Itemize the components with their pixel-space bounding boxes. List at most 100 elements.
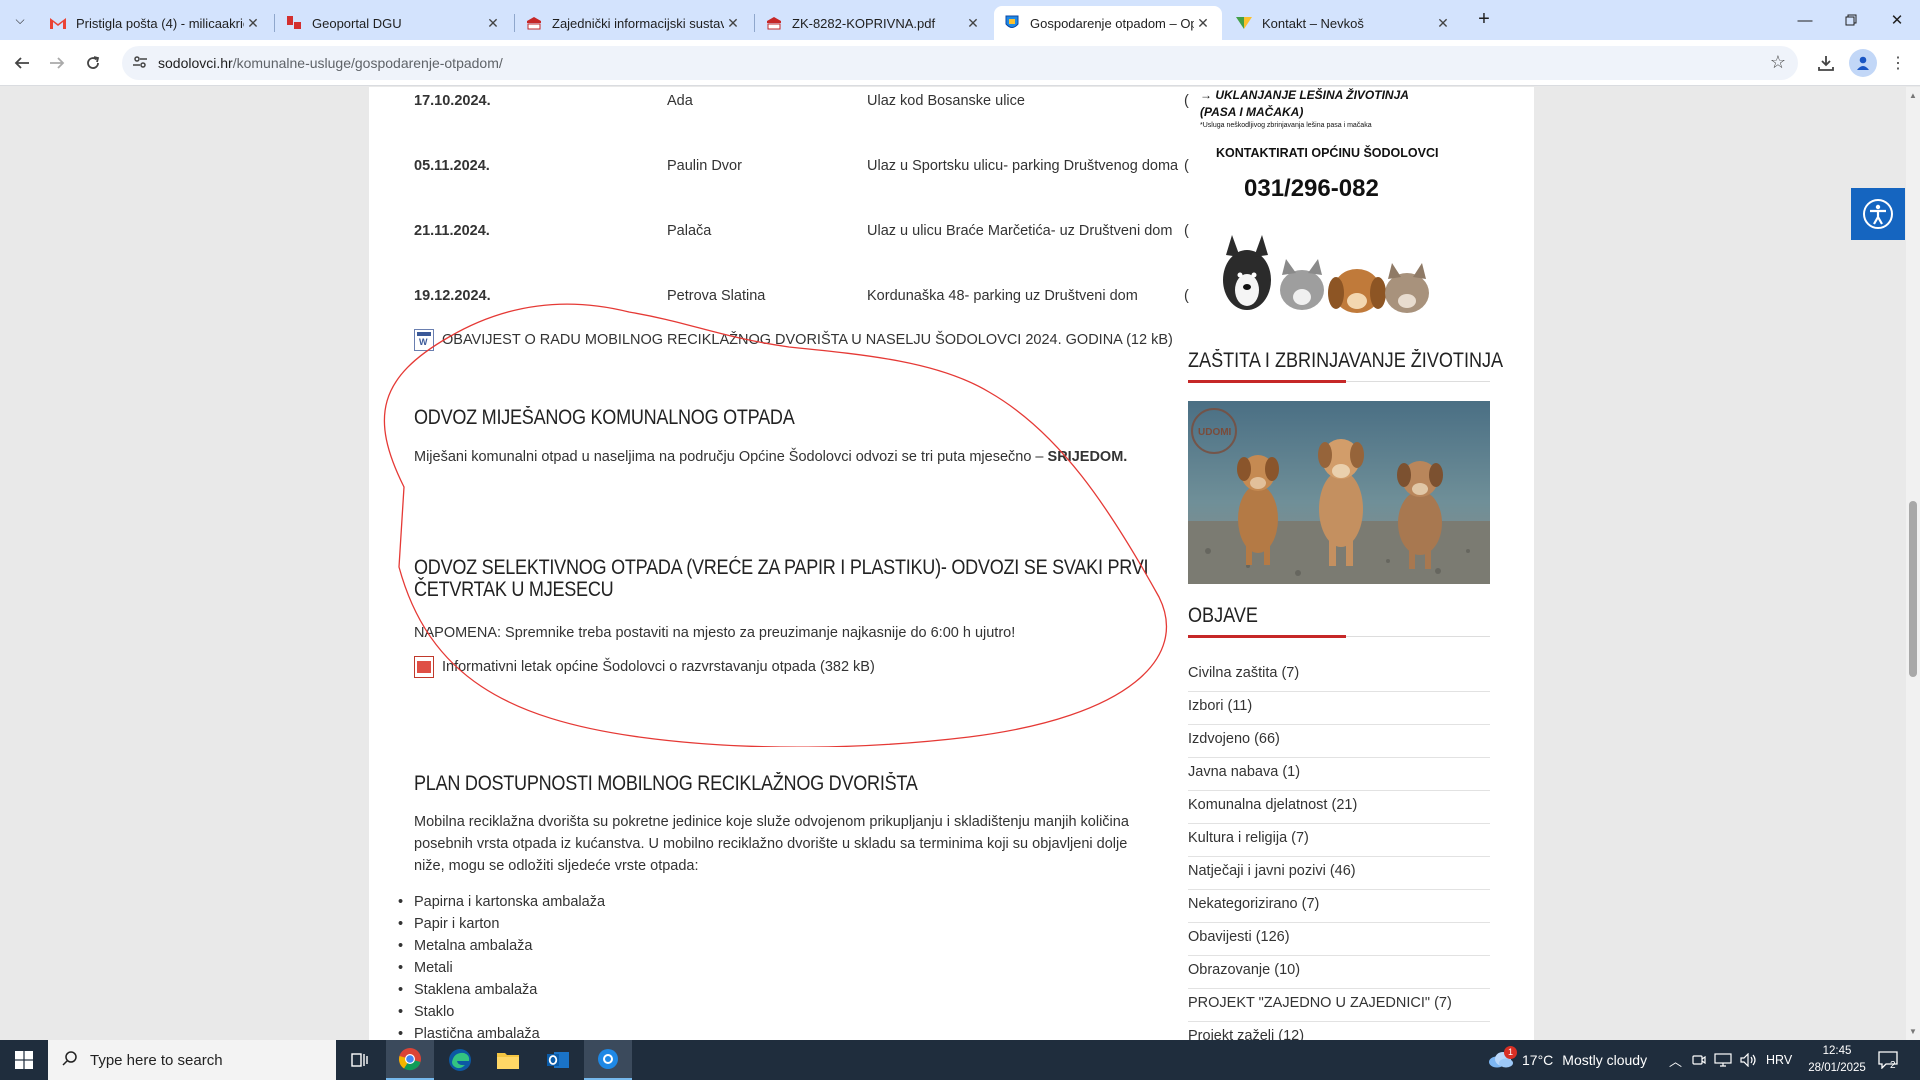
close-tab-icon[interactable]: ✕ [1194,15,1212,32]
tab-gmail[interactable]: Pristigla pošta (4) - milicaakrié ✕ [40,6,272,40]
new-tab-button[interactable]: + [1472,8,1496,32]
page-container: 17.10.2024. Ada Ulaz kod Bosanske ulice … [369,87,1534,1040]
mixed-waste-text: Miješani komunalni otpad u naseljima na … [414,446,1159,468]
edge-taskbar-icon[interactable] [436,1040,484,1080]
reload-button[interactable] [79,49,107,77]
category-link[interactable]: Nekategorizirano (7) [1188,890,1490,923]
weather-widget[interactable]: 1 17°C Mostly cloudy [1488,1040,1647,1080]
category-link[interactable]: Civilna zaštita (7) [1188,659,1490,692]
tab-zis[interactable]: Zajednički informacijski sustav z ✕ [516,6,752,40]
category-link[interactable]: Obrazovanje (10) [1188,956,1490,989]
forward-button[interactable] [43,49,71,77]
clock-time: 12:45 [1822,1045,1852,1057]
windows-taskbar: Type here to search 1 17°C Mostly cloudy… [0,1040,1920,1080]
schedule-date: 19.12.2024. [414,288,491,304]
note-text: NAPOMENA: Spremnike treba postaviti na m… [414,625,1016,641]
browser-toolbar: sodolovci.hr/komunalne-usluge/gospodaren… [0,40,1920,86]
chrome-taskbar-icon[interactable] [386,1040,434,1080]
category-link[interactable]: PROJEKT "ZAJEDNO U ZAJEDNICI" (7) [1188,989,1490,1022]
tab-title: Kontakt – Nevkoš [1262,15,1364,31]
leaflet-label: Informativni letak općine Šodolovci o ra… [442,659,875,675]
tab-geoportal[interactable]: Geoportal DGU ✕ [276,6,512,40]
tab-search-icon[interactable]: ⌵ [8,8,32,32]
category-link[interactable]: Projekt zaželi (12) [1188,1022,1490,1040]
notification-center-icon[interactable]: 2 [1878,1040,1898,1080]
dgu-icon [286,15,302,31]
scroll-down-arrow-icon[interactable]: ▼ [1909,1027,1917,1036]
close-window-button[interactable]: ✕ [1874,0,1920,40]
tab-gospodarenje-active[interactable]: Gospodarenje otpadom – Općin ✕ [994,6,1222,40]
adopt-dogs-photo[interactable]: UDOMI [1188,401,1490,584]
animals-section-heading: ZAŠTITA I ZBRINJAVANJE ŽIVOTINJA [1188,349,1503,383]
close-tab-icon[interactable]: ✕ [244,15,262,32]
profile-avatar-icon[interactable] [1849,49,1877,77]
tab-title: Gospodarenje otpadom – Općin [1030,15,1194,31]
category-link[interactable]: Kultura i religija (7) [1188,824,1490,857]
category-link[interactable]: Obavijesti (126) [1188,923,1490,956]
bookmark-star-icon[interactable]: ☆ [1770,52,1786,73]
app-taskbar-icon[interactable] [584,1040,632,1080]
schedule-date: 17.10.2024. [414,93,491,109]
waste-type-item: Staklo [398,1004,454,1020]
zis-icon [526,15,542,31]
site-info-icon[interactable] [132,54,148,73]
minimize-button[interactable]: — [1782,0,1828,40]
category-link[interactable]: Natječaji i javni pozivi (46) [1188,857,1490,890]
heading-underline [1188,380,1346,383]
windows-logo-icon [15,1051,33,1069]
schedule-place: Ada [667,93,693,109]
category-link[interactable]: Komunalna djelatnost (21) [1188,791,1490,824]
leaflet-pdf-link[interactable]: Informativni letak općine Šodolovci o ra… [414,656,875,678]
tab-title: Pristigla pošta (4) - milicaakrié [76,15,244,31]
waste-type-item: Metali [398,960,453,976]
close-tab-icon[interactable]: ✕ [484,15,502,32]
carcass-removal-poster[interactable]: → UKLANJANJE LEŠINA ŽIVOTINJA (PASA I MA… [1188,87,1490,327]
waste-type-item: Plastična ambalaža [398,1026,540,1040]
meet-now-icon[interactable] [1692,1040,1706,1080]
schedule-place: Palača [667,223,712,239]
schedule-place: Paulin Dvor [667,158,742,174]
poster-headline: → UKLANJANJE LEŠINA ŽIVOTINJA (PASA I MA… [1200,88,1409,119]
scrollbar-thumb[interactable] [1909,501,1917,677]
category-link[interactable]: Izdvojeno (66) [1188,725,1490,758]
mixed-waste-heading: ODVOZ MIJEŠANOG KOMUNALNOG OTPADA [414,406,795,429]
plan-heading: PLAN DOSTUPNOSTI MOBILNOG RECIKLAŽNOG DV… [414,772,918,795]
outlook-taskbar-icon[interactable] [534,1040,582,1080]
close-tab-icon[interactable]: ✕ [964,15,982,32]
tab-pdf[interactable]: ZK-8282-KOPRIVNA.pdf ✕ [756,6,992,40]
task-view-icon[interactable] [336,1040,384,1080]
back-button[interactable] [8,49,36,77]
close-tab-icon[interactable]: ✕ [1434,15,1452,32]
mixed-text: Miješani komunalni otpad u naseljima na … [414,449,1048,465]
accessibility-button[interactable] [1851,188,1905,240]
volume-icon[interactable] [1740,1040,1758,1080]
posts-heading-text: OBJAVE [1188,604,1258,627]
notification-count: 2 [1890,1060,1896,1071]
input-language[interactable]: HRV [1766,1040,1792,1080]
menu-kebab-icon[interactable]: ⋮ [1884,49,1912,77]
address-bar[interactable]: sodolovci.hr/komunalne-usluge/gospodaren… [122,46,1798,80]
taskbar-search-box[interactable]: Type here to search [48,1040,336,1080]
scroll-up-arrow-icon[interactable]: ▲ [1909,91,1917,100]
plan-text: Mobilna reciklažna dvorišta su pokretne … [414,814,1129,874]
windows-start-button[interactable] [0,1040,48,1080]
schedule-place: Petrova Slatina [667,288,766,304]
page-scrollbar[interactable]: ▲ ▼ [1906,87,1920,1040]
download-icon[interactable] [1812,49,1840,77]
url-host: sodolovci.hr [158,55,233,71]
tab-nevkos[interactable]: Kontakt – Nevkoš ✕ [1226,6,1462,40]
waste-type-item: Papirna i kartonska ambalaža [398,894,605,910]
cloudy-weather-icon: 1 [1488,1045,1517,1071]
nevkos-icon [1236,15,1252,31]
taskbar-clock[interactable]: 12:45 28/01/2025 [1804,1043,1870,1077]
restore-button[interactable] [1828,0,1874,40]
show-hidden-icons-chevron-icon[interactable]: ︿ [1669,1040,1682,1080]
obavijest-doc-link[interactable]: OBAVIJEST O RADU MOBILNOG RECIKLAŽNOG DV… [414,329,1173,351]
category-link[interactable]: Izbori (11) [1188,692,1490,725]
file-explorer-taskbar-icon[interactable] [484,1040,532,1080]
close-tab-icon[interactable]: ✕ [724,15,742,32]
category-link[interactable]: Javna nabava (1) [1188,758,1490,791]
gmail-icon [50,15,66,31]
network-icon[interactable] [1714,1040,1732,1080]
schedule-location: Ulaz u ulicu Braće Marčetića- uz Društve… [867,223,1173,239]
